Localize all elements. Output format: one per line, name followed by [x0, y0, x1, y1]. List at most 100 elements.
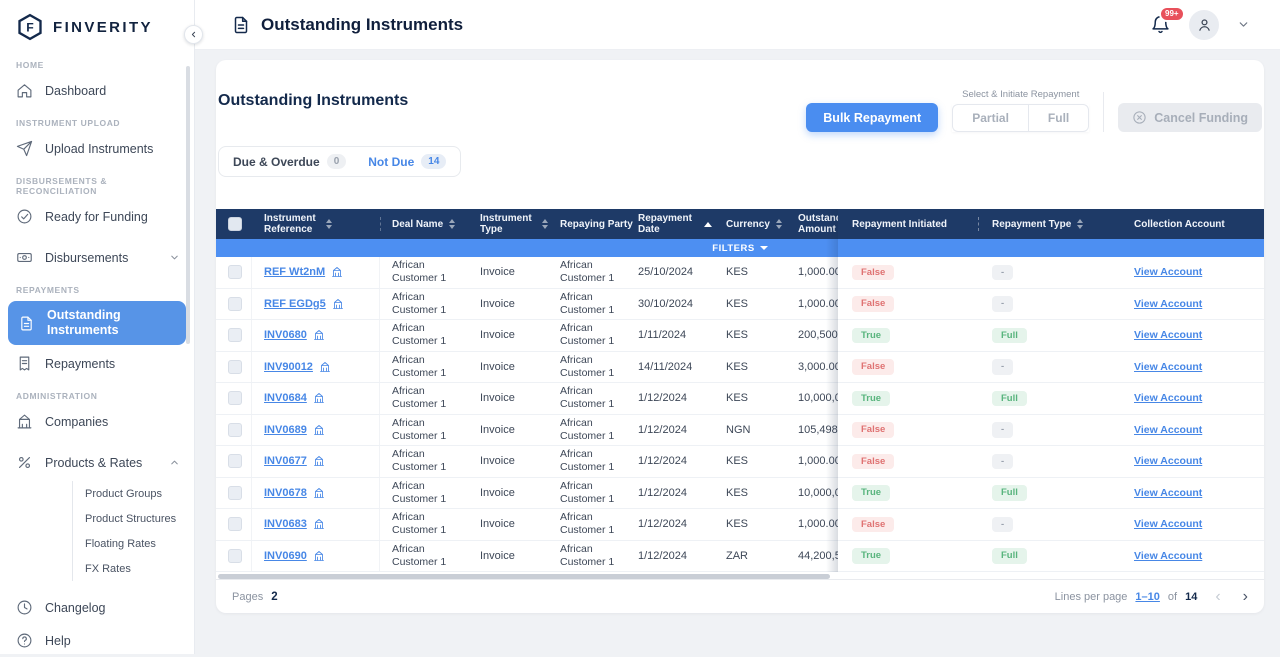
- view-account-link[interactable]: View Account: [1134, 392, 1202, 404]
- sidebar-item-help[interactable]: Help: [0, 624, 194, 657]
- instrument-reference-link[interactable]: REF Wt2nM: [264, 266, 325, 278]
- table-row[interactable]: INV0678African Customer 1 ID...InvoiceAf…: [216, 478, 838, 510]
- sidebar-item-repayments[interactable]: Repayments: [0, 347, 194, 380]
- sidebar-section-home: HOME: [0, 49, 194, 74]
- filters-bar[interactable]: FILTERS: [216, 239, 1264, 257]
- sidebar-item-dashboard[interactable]: Dashboard: [0, 74, 194, 107]
- row-checkbox[interactable]: [228, 328, 242, 342]
- partial-button[interactable]: Partial: [952, 104, 1028, 132]
- view-account-link[interactable]: View Account: [1134, 329, 1202, 341]
- row-checkbox[interactable]: [228, 549, 242, 563]
- previous-page-button[interactable]: ‹: [1215, 589, 1220, 605]
- bulk-repayment-button[interactable]: Bulk Repayment: [806, 103, 938, 132]
- sidebar-collapse-button[interactable]: [184, 25, 203, 44]
- col-currency[interactable]: Currency: [714, 209, 786, 239]
- instrument-reference-link[interactable]: INV0678: [264, 487, 307, 499]
- sidebar-subitem-fx-rates[interactable]: FX Rates: [73, 556, 194, 581]
- notifications-button[interactable]: 99+: [1150, 14, 1171, 35]
- column-resize-handle[interactable]: [978, 217, 979, 231]
- brand-logo[interactable]: F FINVERITY: [0, 0, 194, 49]
- view-account-link[interactable]: View Account: [1134, 266, 1202, 278]
- sidebar-item-products-rates[interactable]: Products & Rates: [0, 446, 194, 479]
- table-row[interactable]: INV0689African Customer 1 ID...InvoiceAf…: [216, 415, 838, 447]
- view-account-link[interactable]: View Account: [1134, 487, 1202, 499]
- sidebar-scrollbar[interactable]: [186, 66, 190, 344]
- full-button[interactable]: Full: [1028, 104, 1089, 132]
- col-repayment-date[interactable]: Repayment Date: [626, 209, 714, 239]
- view-account-link[interactable]: View Account: [1134, 550, 1202, 562]
- col-deal-name[interactable]: Deal Name: [380, 209, 468, 239]
- next-page-button[interactable]: ›: [1243, 589, 1248, 605]
- repayment-type-cell: Full: [978, 478, 1118, 509]
- sidebar-item-ready-for-funding[interactable]: Ready for Funding: [0, 200, 194, 233]
- instrument-reference-cell: INV0680: [252, 320, 380, 351]
- cancel-funding-button[interactable]: Cancel Funding: [1118, 103, 1262, 132]
- table-row[interactable]: INV0684African Customer 1 ID...InvoiceAf…: [216, 383, 838, 415]
- instrument-reference-link[interactable]: INV0684: [264, 392, 307, 404]
- outstanding-amount-cell: 1,000.00: [786, 509, 838, 540]
- table-row[interactable]: INV0683African Customer 1 ID...InvoiceAf…: [216, 509, 838, 541]
- horizontal-scrollbar[interactable]: [218, 574, 836, 579]
- col-collection-account[interactable]: Collection Account: [1118, 209, 1264, 239]
- row-checkbox[interactable]: [228, 391, 242, 405]
- scrollbar-thumb[interactable]: [218, 574, 830, 579]
- collection-account-cell: View Account: [1118, 257, 1264, 288]
- view-account-link[interactable]: View Account: [1134, 518, 1202, 530]
- table-row[interactable]: INV90012African Customer 1 ID...InvoiceA…: [216, 352, 838, 384]
- instrument-reference-cell: INV0690: [252, 541, 380, 572]
- col-instrument-type[interactable]: Instrument Type: [468, 209, 548, 239]
- row-checkbox[interactable]: [228, 517, 242, 531]
- col-outstanding-amount[interactable]: Outstanding Amount: [786, 209, 838, 239]
- table-row[interactable]: INV0680African Customer 1 ID...InvoiceAf…: [216, 320, 838, 352]
- row-checkbox[interactable]: [228, 423, 242, 437]
- collection-account-cell: View Account: [1118, 478, 1264, 509]
- instrument-reference-link[interactable]: INV0689: [264, 424, 307, 436]
- instrument-reference-link[interactable]: INV0680: [264, 329, 307, 341]
- sidebar-subitem-product-groups[interactable]: Product Groups: [73, 481, 194, 506]
- sidebar-item-changelog[interactable]: Changelog: [0, 591, 194, 624]
- row-checkbox[interactable]: [228, 297, 242, 311]
- sidebar-item-upload-instruments[interactable]: Upload Instruments: [0, 132, 194, 165]
- col-instrument-reference[interactable]: Instrument Reference: [252, 209, 380, 239]
- collection-account-cell: View Account: [1118, 541, 1264, 572]
- view-account-link[interactable]: View Account: [1134, 361, 1202, 373]
- sidebar-subitem-floating-rates[interactable]: Floating Rates: [73, 531, 194, 556]
- sidebar-item-outstanding-instruments[interactable]: Outstanding Instruments: [8, 301, 186, 345]
- repayment-initiated-cell: False: [838, 446, 978, 477]
- table-row[interactable]: REF Wt2nMAfrican Customer 1 ID...Invoice…: [216, 257, 838, 289]
- sidebar-item-companies[interactable]: Companies: [0, 405, 194, 438]
- repayment-initiated-cell: False: [838, 415, 978, 446]
- col-repayment-type[interactable]: Repayment Type: [978, 209, 1118, 239]
- row-checkbox-cell: [216, 541, 252, 572]
- table-row[interactable]: REF EGDg5African Customer 1 ID...Invoice…: [216, 289, 838, 321]
- row-checkbox[interactable]: [228, 360, 242, 374]
- instrument-reference-cell: REF Wt2nM: [252, 257, 380, 288]
- select-all-checkbox[interactable]: [228, 217, 242, 231]
- lines-range-selector[interactable]: 1–10: [1135, 591, 1159, 603]
- instrument-reference-link[interactable]: INV0677: [264, 455, 307, 467]
- instrument-reference-link[interactable]: INV0683: [264, 518, 307, 530]
- tab-not-due[interactable]: Not Due 14: [358, 150, 456, 173]
- sidebar-subitem-product-structures[interactable]: Product Structures: [73, 506, 194, 531]
- sidebar-item-disbursements[interactable]: Disbursements: [0, 241, 194, 274]
- pages-label: Pages: [232, 591, 263, 603]
- view-account-link[interactable]: View Account: [1134, 424, 1202, 436]
- repayment-initiated-badge: True: [852, 485, 890, 501]
- tab-due-overdue[interactable]: Due & Overdue 0: [223, 150, 356, 173]
- view-account-link[interactable]: View Account: [1134, 455, 1202, 467]
- row-checkbox[interactable]: [228, 486, 242, 500]
- repayment-type-cell: -: [978, 446, 1118, 477]
- column-resize-handle[interactable]: [380, 217, 381, 231]
- row-checkbox[interactable]: [228, 265, 242, 279]
- col-repaying-party[interactable]: Repaying Party: [548, 209, 626, 239]
- account-menu-chevron-icon[interactable]: [1237, 18, 1250, 31]
- col-repayment-initiated[interactable]: Repayment Initiated: [838, 209, 978, 239]
- instrument-reference-link[interactable]: INV0690: [264, 550, 307, 562]
- instrument-reference-link[interactable]: REF EGDg5: [264, 298, 326, 310]
- table-row[interactable]: INV0677African Customer 1 ID...InvoiceAf…: [216, 446, 838, 478]
- view-account-link[interactable]: View Account: [1134, 298, 1202, 310]
- user-avatar[interactable]: [1189, 10, 1219, 40]
- instrument-reference-link[interactable]: INV90012: [264, 361, 313, 373]
- row-checkbox[interactable]: [228, 454, 242, 468]
- table-row[interactable]: INV0690African Customer 1 ID...InvoiceAf…: [216, 541, 838, 573]
